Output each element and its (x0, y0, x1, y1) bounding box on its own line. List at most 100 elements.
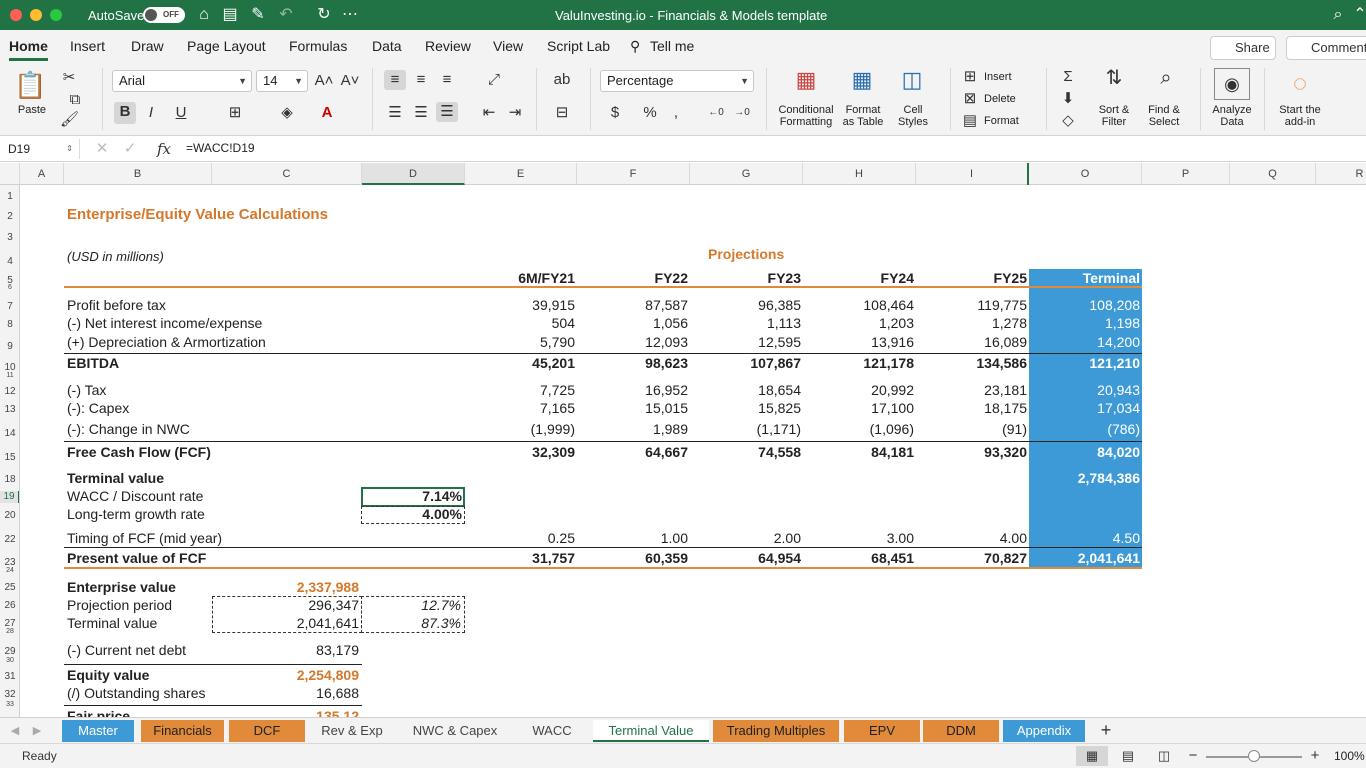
tab-script-lab[interactable]: Script Lab (547, 38, 610, 54)
font-color-icon[interactable]: A (312, 103, 342, 123)
insert-cells-button[interactable]: Insert (984, 71, 1012, 83)
analyze-data-button[interactable]: Analyze Data (1208, 104, 1256, 128)
align-middle-icon[interactable]: ≡ (410, 70, 432, 90)
home-icon[interactable]: ⌂ (194, 5, 214, 25)
equity-value[interactable]: 2,254,809 (212, 667, 359, 684)
table-cell[interactable]: 5,790 (465, 334, 575, 351)
table-cell[interactable]: 1,113 (690, 315, 801, 332)
tab-draw[interactable]: Draw (131, 38, 164, 54)
copy-icon[interactable]: ⧉ (60, 90, 90, 110)
ev-value[interactable]: 2,337,988 (212, 579, 359, 596)
row-header[interactable]: 2 (0, 211, 19, 223)
fair-price-value[interactable]: 135.12 (212, 708, 359, 717)
find-icon[interactable]: ⌕ (1146, 68, 1186, 88)
table-cell[interactable]: 18,654 (690, 382, 801, 399)
tab-scroll-left-icon[interactable]: ◀ (8, 721, 22, 741)
table-cell[interactable]: 84,020 (1029, 444, 1140, 461)
function-icon[interactable]: fx (152, 139, 176, 159)
minimize-window-button[interactable] (30, 9, 42, 21)
table-cell[interactable]: 1,989 (577, 421, 688, 438)
column-header[interactable]: R (1316, 163, 1366, 185)
column-header[interactable]: H (803, 163, 916, 185)
edit-icon[interactable]: ✎ (248, 5, 268, 25)
delete-cells-button[interactable]: Delete (984, 93, 1016, 105)
sheet-tab[interactable]: Trading Multiples (713, 720, 839, 742)
table-cell[interactable]: 17,034 (1029, 400, 1140, 417)
name-box[interactable]: D19 ⇕ (4, 139, 80, 159)
sheet-tab[interactable]: Terminal Value (593, 720, 709, 742)
table-cell[interactable]: 108,208 (1029, 297, 1140, 314)
table-cell[interactable]: 2,041,641 (1029, 550, 1140, 567)
addin-icon[interactable]: ◌ (1284, 68, 1316, 100)
row-header[interactable]: 30 (0, 657, 19, 665)
sheet-tab[interactable]: EPV (844, 720, 920, 742)
row-header[interactable]: 20 (0, 510, 19, 522)
table-cell[interactable]: 39,915 (465, 297, 575, 314)
more-icon[interactable]: ⋯ (340, 5, 360, 25)
column-header[interactable]: C (212, 163, 362, 185)
row-header[interactable]: 7 (0, 301, 19, 313)
row-header[interactable]: 12 (0, 386, 19, 398)
tab-home[interactable]: Home (9, 38, 48, 61)
tab-view[interactable]: View (493, 38, 523, 54)
align-top-icon[interactable]: ≡ (384, 70, 406, 90)
column-header[interactable]: F (577, 163, 690, 185)
share-button[interactable]: Share (1210, 36, 1276, 60)
zoom-window-button[interactable] (50, 9, 62, 21)
add-sheet-button[interactable]: + (1096, 720, 1116, 740)
table-cell[interactable]: 15,825 (690, 400, 801, 417)
conditional-formatting-button[interactable]: Conditional Formatting (776, 104, 836, 128)
decrease-decimal-icon[interactable]: →0 (730, 103, 754, 123)
table-cell[interactable]: 1,278 (916, 315, 1027, 332)
cancel-icon[interactable]: ✕ (92, 139, 112, 159)
net-debt-value[interactable]: 83,179 (212, 642, 359, 659)
row-header[interactable]: 6 (0, 284, 19, 292)
column-header[interactable]: B (64, 163, 212, 185)
normal-view-icon[interactable]: ▦ (1076, 746, 1108, 766)
align-center-icon[interactable]: ☰ (410, 103, 432, 123)
row-header[interactable]: 13 (0, 404, 19, 416)
page-layout-view-icon[interactable]: ▤ (1116, 746, 1140, 766)
orientation-icon[interactable]: ⤢ (478, 70, 510, 90)
row-header[interactable]: 14 (0, 428, 19, 440)
proj-period-pct[interactable]: 12.7% (361, 597, 461, 614)
format-as-table-button[interactable]: Format as Table (838, 104, 888, 128)
percent-icon[interactable]: % (638, 103, 662, 123)
zoom-out-icon[interactable]: − (1184, 746, 1202, 766)
row-header[interactable]: 32 (0, 689, 19, 701)
table-cell[interactable]: 107,867 (690, 355, 801, 372)
cell-styles-icon[interactable]: ◫ (892, 69, 932, 91)
currency-icon[interactable]: $ (600, 103, 630, 123)
align-left-icon[interactable]: ☰ (384, 103, 406, 123)
cell-styles-button[interactable]: Cell Styles (894, 104, 932, 128)
find-select-button[interactable]: Find & Select (1144, 104, 1184, 128)
close-window-button[interactable] (10, 9, 22, 21)
decrease-indent-icon[interactable]: ⇤ (478, 103, 500, 123)
table-cell[interactable]: 45,201 (465, 355, 575, 372)
tab-scroll-right-icon[interactable]: ▶ (30, 721, 44, 741)
table-cell[interactable]: 84,181 (803, 444, 914, 461)
sheet-tab[interactable]: NWC & Capex (398, 720, 512, 742)
row-header[interactable]: 26 (0, 600, 19, 612)
sheet-tab[interactable]: Financials (141, 720, 224, 742)
column-header[interactable]: P (1142, 163, 1230, 185)
table-cell[interactable]: 1,056 (577, 315, 688, 332)
font-size-select[interactable]: 14 ▼ (256, 70, 308, 92)
table-cell[interactable]: 13,916 (803, 334, 914, 351)
table-cell[interactable]: 504 (465, 315, 575, 332)
table-cell[interactable]: 134,586 (916, 355, 1027, 372)
table-cell[interactable]: 0.25 (465, 530, 575, 547)
table-cell[interactable]: 121,178 (803, 355, 914, 372)
increase-decimal-icon[interactable]: ←0 (704, 103, 728, 123)
wacc-cell[interactable]: 7.14% (361, 488, 462, 505)
zoom-level[interactable]: 100% (1334, 749, 1365, 763)
sheet-grid[interactable]: Enterprise/Equity Value Calculations (US… (20, 185, 1366, 717)
increase-font-icon[interactable]: A˄ (314, 71, 334, 91)
table-cell[interactable]: 68,451 (803, 550, 914, 567)
table-cell[interactable]: 87,587 (577, 297, 688, 314)
column-header[interactable]: Q (1230, 163, 1316, 185)
table-cell[interactable]: 14,200 (1029, 334, 1140, 351)
table-cell[interactable]: 96,385 (690, 297, 801, 314)
table-cell[interactable]: 1,198 (1029, 315, 1140, 332)
underline-button[interactable]: U (166, 103, 196, 123)
